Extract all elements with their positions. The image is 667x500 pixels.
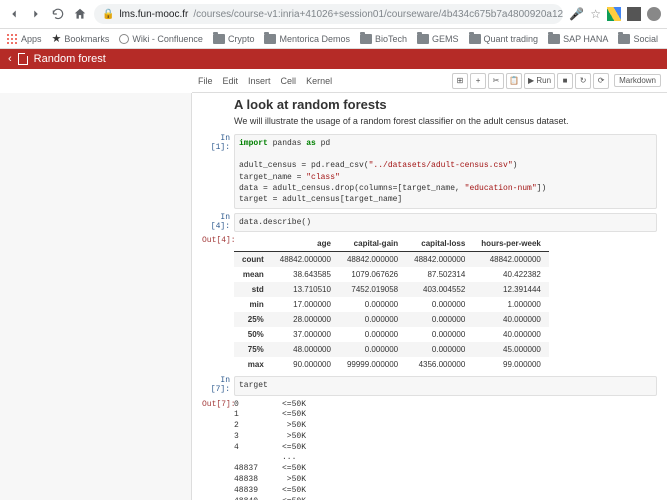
cut-button[interactable]: ✂ <box>488 73 504 89</box>
restart-button[interactable]: ↻ <box>575 73 591 89</box>
bookmark-social[interactable]: Social <box>618 34 658 44</box>
folder-icon <box>618 34 630 44</box>
jupyter-toolbar: File Edit Insert Cell Kernel ⊞ + ✂ 📋 ▶ R… <box>192 69 667 93</box>
sidebar <box>0 93 192 500</box>
bookmark-mentorica[interactable]: Mentorica Demos <box>264 34 350 44</box>
course-title-bar: ‹ Random forest <box>0 49 667 69</box>
ext-icon-1[interactable] <box>627 7 641 21</box>
folder-icon <box>360 34 372 44</box>
document-icon <box>18 53 28 65</box>
apps-button[interactable]: Apps <box>6 33 42 45</box>
menu-cell[interactable]: Cell <box>281 76 297 86</box>
url-bar[interactable]: 🔒 lms.fun-mooc.fr /courses/course-v1:inr… <box>94 4 563 24</box>
course-title: Random forest <box>34 53 106 65</box>
forward-button[interactable] <box>28 6 44 22</box>
star-icon[interactable]: ☆ <box>590 7 601 21</box>
globe-icon <box>119 34 129 44</box>
cell-in-1[interactable]: In [1]: import pandas as pd adult_census… <box>202 134 657 209</box>
cell-in-7[interactable]: In [7]: target <box>202 376 657 395</box>
gdrive-icon[interactable] <box>607 7 621 21</box>
bookmark-gems[interactable]: GEMS <box>417 34 459 44</box>
restart-run-button[interactable]: ⟳ <box>593 73 609 89</box>
bookmark-biotech[interactable]: BioTech <box>360 34 407 44</box>
jupyter-menu: File Edit Insert Cell Kernel <box>198 76 332 86</box>
code-1: import pandas as pd adult_census = pd.re… <box>234 134 657 209</box>
chevron-left-icon[interactable]: ‹ <box>8 53 12 65</box>
apps-icon <box>6 33 18 45</box>
bookmarks-bar: Apps ★Bookmarks Wiki - Confluence Crypto… <box>0 29 667 49</box>
browser-nav-bar: 🔒 lms.fun-mooc.fr /courses/course-v1:inr… <box>0 0 667 29</box>
notebook-subtitle: We will illustrate the usage of a random… <box>234 116 657 126</box>
prompt-out-4: Out[4]: <box>202 236 234 372</box>
bookmark-quant[interactable]: Quant trading <box>469 34 539 44</box>
url-host: lms.fun-mooc.fr <box>119 9 188 20</box>
run-button[interactable]: ▶ Run <box>524 73 555 89</box>
ext-icon-2[interactable] <box>647 7 661 21</box>
lock-icon: 🔒 <box>102 9 114 20</box>
prompt-in-4: In [4]: <box>202 213 234 232</box>
cell-out-7: Out[7]: 0 <=50K 1 <=50K 2 >50K 3 >50K 4 … <box>202 400 657 500</box>
menu-kernel[interactable]: Kernel <box>306 76 332 86</box>
prompt-in-1: In [1]: <box>202 134 234 209</box>
target-output: 0 <=50K 1 <=50K 2 >50K 3 >50K 4 <=50K ..… <box>234 400 657 500</box>
paste-button[interactable]: 📋 <box>506 73 522 89</box>
menu-file[interactable]: File <box>198 76 213 86</box>
prompt-out-7: Out[7]: <box>202 400 234 500</box>
code-4: data.describe() <box>234 213 657 232</box>
star-icon: ★ <box>52 32 62 45</box>
stop-button[interactable]: ■ <box>557 73 573 89</box>
code-7: target <box>234 376 657 395</box>
folder-icon <box>264 34 276 44</box>
main-area: A look at random forests We will illustr… <box>0 93 667 500</box>
table-row: std13.7105107452.019058403.00455212.3914… <box>234 282 549 297</box>
table-row: min17.0000000.0000000.0000001.000000 <box>234 297 549 312</box>
table-row: 75%48.0000000.0000000.00000045.000000 <box>234 342 549 357</box>
jupyter-tools: ⊞ + ✂ 📋 ▶ Run ■ ↻ ⟳ Markdown <box>452 73 661 89</box>
bookmark-crypto[interactable]: Crypto <box>213 34 255 44</box>
cell-out-4: Out[4]: agecapital-gaincapital-losshours… <box>202 236 657 372</box>
folder-icon <box>213 34 225 44</box>
bookmark-wiki[interactable]: Wiki - Confluence <box>119 34 203 44</box>
table-row: count48842.00000048842.00000048842.00000… <box>234 252 549 268</box>
add-cell-button[interactable]: + <box>470 73 486 89</box>
mic-icon[interactable]: 🎤 <box>569 7 584 21</box>
url-path: /courses/course-v1:inria+41026+session01… <box>193 9 563 20</box>
back-button[interactable] <box>6 6 22 22</box>
folder-icon <box>548 34 560 44</box>
describe-table: agecapital-gaincapital-losshours-per-wee… <box>234 236 549 372</box>
save-button[interactable]: ⊞ <box>452 73 468 89</box>
prompt-in-7: In [7]: <box>202 376 234 395</box>
reload-button[interactable] <box>50 6 66 22</box>
cell-in-4[interactable]: In [4]: data.describe() <box>202 213 657 232</box>
cell-type-select[interactable]: Markdown <box>614 74 661 87</box>
extensions: 🎤 ☆ <box>569 7 661 21</box>
notebook[interactable]: A look at random forests We will illustr… <box>192 93 667 500</box>
folder-icon <box>469 34 481 44</box>
table-row: 25%28.0000000.0000000.00000040.000000 <box>234 312 549 327</box>
bookmark-sap[interactable]: SAP HANA <box>548 34 608 44</box>
home-button[interactable] <box>72 6 88 22</box>
table-row: max90.00000099999.0000004356.00000099.00… <box>234 357 549 372</box>
menu-edit[interactable]: Edit <box>223 76 239 86</box>
menu-insert[interactable]: Insert <box>248 76 271 86</box>
bookmarks-folder[interactable]: ★Bookmarks <box>52 32 110 45</box>
folder-icon <box>417 34 429 44</box>
notebook-title: A look at random forests <box>234 97 657 112</box>
table-row: mean38.6435851079.06762687.50231440.4223… <box>234 267 549 282</box>
table-row: 50%37.0000000.0000000.00000040.000000 <box>234 327 549 342</box>
